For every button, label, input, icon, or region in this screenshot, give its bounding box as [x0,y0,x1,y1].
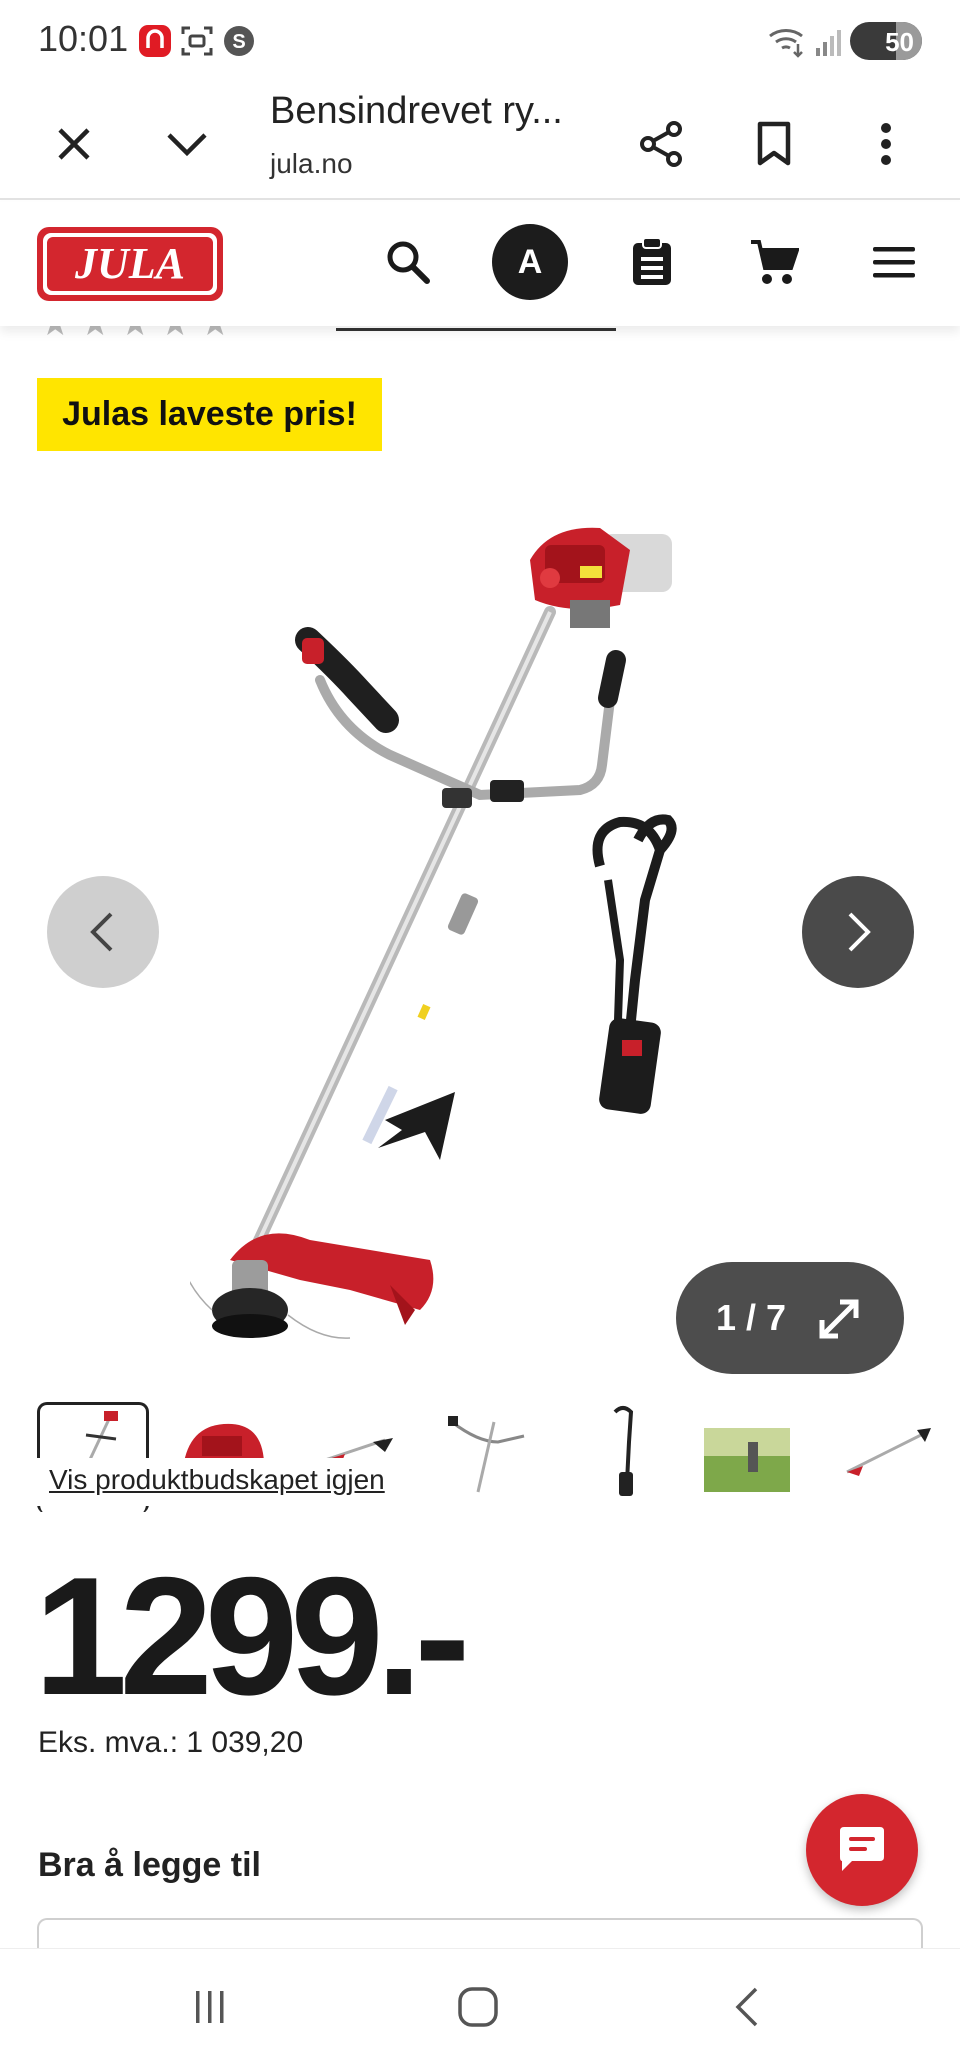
more-options-button[interactable] [854,112,918,176]
product-gallery: 1 / 7 [0,480,960,1390]
back-button[interactable] [718,1977,778,2037]
account-button[interactable]: A [492,224,568,300]
status-bar: 10:01 S 50 [0,0,960,84]
back-icon [735,1987,758,2027]
cart-button[interactable] [736,224,812,300]
recent-apps-button[interactable] [180,1977,240,2037]
chevron-down-icon [167,133,207,157]
thumbnail-6[interactable] [704,1402,816,1502]
notification-app-icon [139,25,171,57]
close-icon [58,128,90,160]
system-navigation-bar [0,1948,960,2059]
recent-apps-icon [196,1991,224,2023]
browser-toolbar: Bensindrevet ry... jula.no [0,84,960,200]
chevron-right-icon [848,912,871,952]
product-price: 1299.- [34,1542,470,1730]
expand-icon [819,1299,859,1339]
battery-icon: 50 [850,22,922,60]
show-product-message-link[interactable]: Vis produktbudskapet igjen [37,1458,427,1506]
home-button[interactable] [448,1977,508,2037]
show-product-message-text: Vis produktbudskapet igjen [49,1464,385,1495]
chevron-left-icon [90,912,113,952]
status-time: 10:01 [38,18,129,59]
home-icon [458,1987,498,2027]
gallery-prev-button[interactable] [47,876,159,988]
wifi-icon [769,29,803,58]
menu-button[interactable] [856,224,932,300]
battery-level: 50 [885,27,914,57]
screenshot-icon [181,26,213,56]
thumbnail-7[interactable] [837,1402,949,1502]
search-icon [387,241,430,284]
product-image-trimmer[interactable] [190,520,770,1340]
signal-icon [816,30,841,56]
close-tab-button[interactable] [42,112,106,176]
search-button[interactable] [370,224,446,300]
lowest-price-badge: Julas laveste pris! [37,378,382,451]
site-header: JULA A [0,202,960,326]
jula-logo[interactable]: JULA [36,226,224,302]
svg-text:S: S [232,31,245,53]
thumbnail-4[interactable] [438,1402,550,1502]
share-button[interactable] [630,112,694,176]
chat-button[interactable] [806,1794,918,1906]
bookmark-button[interactable] [742,112,806,176]
chat-icon [840,1827,884,1871]
bookmark-icon [757,121,791,166]
gallery-next-button[interactable] [802,876,914,988]
page-url: jula.no [270,148,353,179]
page-title: Bensindrevet ry... [270,90,563,132]
share-icon [640,121,682,167]
hamburger-menu-icon [873,247,915,278]
thumbnail-5[interactable] [571,1402,683,1502]
price-excl-vat: Eks. mva.: 1 039,20 [38,1726,304,1759]
more-vert-icon [881,123,891,165]
gallery-counter-fullscreen[interactable]: 1 / 7 [676,1262,904,1374]
image-counter: 1 / 7 [716,1297,787,1338]
s-app-icon: S [224,26,254,56]
shopping-list-button[interactable] [614,224,690,300]
addons-section-title: Bra å legge til [38,1846,261,1884]
logo-text: JULA [74,239,185,288]
cart-icon [751,240,799,284]
avatar: A [492,224,568,300]
minimize-tab-button[interactable] [155,112,219,176]
clipboard-icon [633,237,671,285]
reviews-link[interactable] [336,328,616,331]
